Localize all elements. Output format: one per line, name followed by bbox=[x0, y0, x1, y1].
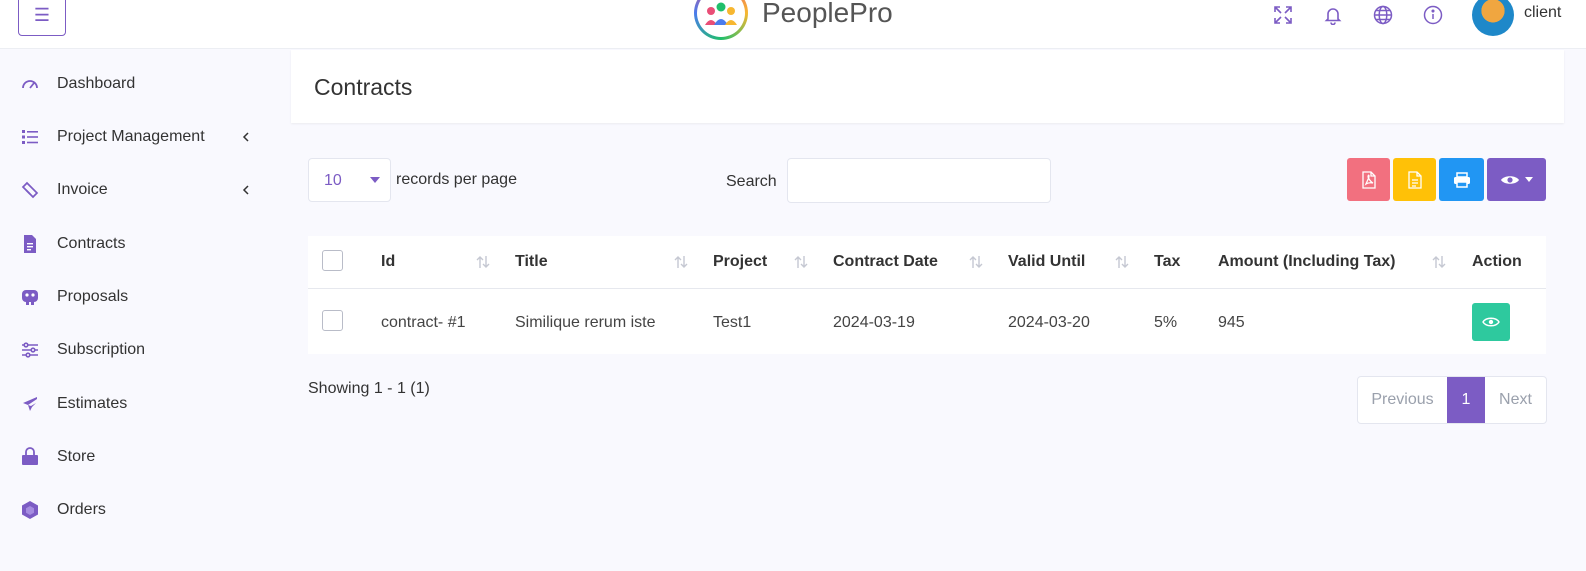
sidebar-item-label: Estimates bbox=[57, 395, 128, 412]
chevron-left-icon bbox=[242, 132, 249, 142]
sort-icon[interactable] bbox=[793, 255, 809, 269]
bell-icon bbox=[1324, 8, 1342, 25]
sidebar-item-invoice[interactable]: Invoice bbox=[0, 170, 275, 210]
sort-icon[interactable] bbox=[1114, 255, 1130, 269]
pdf-file-icon bbox=[1361, 170, 1376, 189]
brand-logo-icon bbox=[694, 0, 748, 40]
cell-valid-until: 2024-03-20 bbox=[1008, 314, 1090, 331]
records-per-page-label: records per page bbox=[396, 171, 517, 188]
language-button[interactable] bbox=[1372, 4, 1394, 26]
sidebar-item-contracts[interactable]: Contracts bbox=[0, 224, 275, 264]
sidebar-item-orders[interactable]: Orders bbox=[0, 490, 275, 530]
hexagon-icon bbox=[20, 500, 40, 520]
eye-icon bbox=[1501, 175, 1519, 184]
caret-down-icon bbox=[1525, 177, 1533, 182]
column-header-valid-until[interactable]: Valid Until bbox=[1008, 253, 1085, 271]
cell-contract-date: 2024-03-19 bbox=[833, 314, 915, 331]
cell-tax: 5% bbox=[1154, 314, 1178, 331]
file-text-icon bbox=[1407, 170, 1422, 189]
brand-name: PeoplePro bbox=[762, 0, 893, 28]
cell-title: Similique rerum iste bbox=[515, 314, 656, 331]
brand[interactable]: PeoplePro bbox=[694, 0, 893, 40]
pagination: Previous 1 Next bbox=[1357, 376, 1547, 424]
menu-icon: ☰ bbox=[33, 4, 51, 25]
caret-down-icon bbox=[370, 177, 380, 183]
gauge-icon bbox=[20, 74, 40, 94]
print-button[interactable] bbox=[1439, 158, 1484, 201]
plane-icon bbox=[20, 394, 40, 414]
sidebar-item-subscription[interactable]: Subscription bbox=[0, 330, 275, 370]
cell-project: Test1 bbox=[713, 314, 752, 331]
column-header-amount[interactable]: Amount (Including Tax) bbox=[1218, 253, 1395, 271]
cell-amount: 945 bbox=[1218, 314, 1245, 331]
search-label: Search bbox=[726, 173, 777, 190]
sidebar-item-label: Orders bbox=[57, 501, 106, 518]
document-icon bbox=[20, 234, 40, 254]
sort-icon[interactable] bbox=[673, 255, 689, 269]
sidebar-item-label: Contracts bbox=[57, 235, 126, 252]
sidebar-item-estimates[interactable]: Estimates bbox=[0, 384, 275, 424]
menu-toggle-button[interactable]: ☰ bbox=[18, 0, 66, 36]
fullscreen-icon bbox=[1274, 6, 1292, 24]
column-header-contract-date[interactable]: Contract Date bbox=[833, 253, 938, 271]
sidebar-item-label: Project Management bbox=[57, 128, 205, 145]
page-title: Contracts bbox=[314, 74, 413, 100]
column-visibility-button[interactable] bbox=[1487, 158, 1546, 201]
search-input[interactable] bbox=[787, 158, 1051, 203]
export-pdf-button[interactable] bbox=[1347, 158, 1390, 201]
shopping-bag-icon bbox=[20, 447, 40, 467]
globe-icon bbox=[1373, 5, 1393, 25]
sidebar-item-label: Store bbox=[57, 448, 96, 465]
sidebar-item-label: Subscription bbox=[57, 341, 146, 358]
contracts-table: Id Title Project Contract Date Valid Unt… bbox=[308, 236, 1546, 354]
sidebar-item-project-management[interactable]: Project Management bbox=[0, 117, 275, 157]
info-button[interactable] bbox=[1422, 4, 1444, 26]
sliders-icon bbox=[20, 340, 40, 360]
pagination-previous[interactable]: Previous bbox=[1358, 377, 1447, 423]
sidebar-item-label: Dashboard bbox=[57, 75, 136, 92]
sidebar-item-label: Invoice bbox=[57, 181, 108, 198]
showing-info: Showing 1 - 1 (1) bbox=[308, 380, 430, 397]
sort-icon[interactable] bbox=[475, 255, 491, 269]
select-all-checkbox[interactable] bbox=[322, 250, 343, 271]
pagination-page[interactable]: 1 bbox=[1447, 377, 1485, 423]
top-navbar: ☰ PeoplePro client bbox=[0, 0, 1586, 49]
sort-icon[interactable] bbox=[1431, 255, 1447, 269]
user-name[interactable]: client bbox=[1524, 4, 1561, 22]
view-contract-button[interactable] bbox=[1472, 303, 1510, 341]
sidebar: Dashboard Project Management Invoice Con… bbox=[0, 50, 275, 571]
info-icon bbox=[1423, 5, 1443, 25]
eye-icon bbox=[1482, 317, 1500, 327]
export-csv-button[interactable] bbox=[1393, 158, 1436, 201]
avatar[interactable] bbox=[1472, 0, 1514, 36]
records-per-page-value: 10 bbox=[324, 172, 342, 189]
sidebar-item-store[interactable]: Store bbox=[0, 437, 275, 477]
sidebar-item-proposals[interactable]: Proposals bbox=[0, 277, 275, 317]
cell-id: contract- #1 bbox=[381, 314, 466, 331]
column-header-project[interactable]: Project bbox=[713, 253, 767, 271]
printer-icon bbox=[1453, 171, 1470, 188]
row-checkbox[interactable] bbox=[322, 310, 343, 331]
notifications-button[interactable] bbox=[1322, 4, 1344, 26]
pagination-next[interactable]: Next bbox=[1485, 377, 1546, 423]
sidebar-item-dashboard[interactable]: Dashboard bbox=[0, 64, 275, 104]
table-header-row: Id Title Project Contract Date Valid Unt… bbox=[308, 236, 1546, 289]
records-per-page-select[interactable]: 10 bbox=[308, 158, 391, 202]
chevron-left-icon bbox=[242, 185, 249, 195]
column-header-title[interactable]: Title bbox=[515, 253, 548, 271]
sort-icon[interactable] bbox=[968, 255, 984, 269]
column-header-id[interactable]: Id bbox=[381, 253, 395, 271]
column-header-tax[interactable]: Tax bbox=[1154, 253, 1180, 271]
sidebar-item-label: Proposals bbox=[57, 288, 129, 305]
page-header: Contracts bbox=[291, 50, 1564, 123]
fullscreen-button[interactable] bbox=[1272, 4, 1294, 26]
column-header-action: Action bbox=[1472, 253, 1522, 270]
proposal-icon bbox=[20, 287, 40, 307]
list-icon bbox=[20, 127, 40, 147]
ticket-icon bbox=[20, 180, 40, 200]
